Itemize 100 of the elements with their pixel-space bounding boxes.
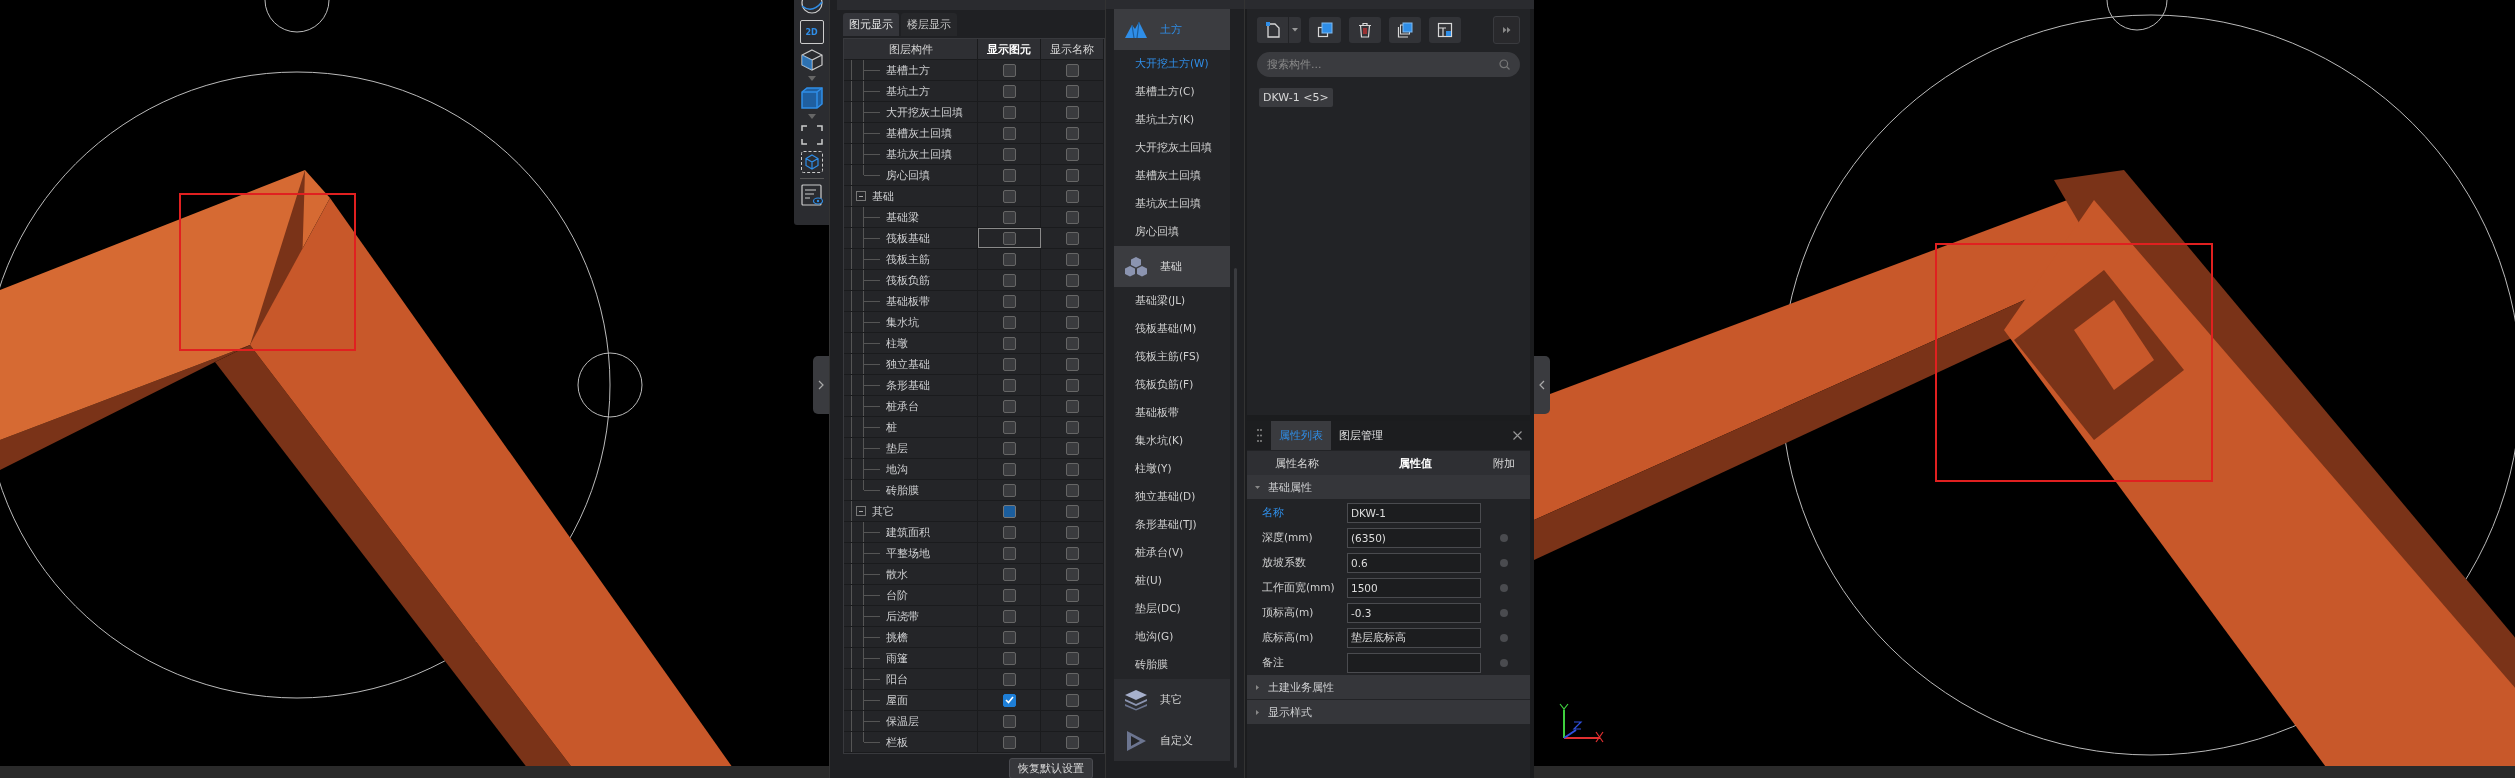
checkbox[interactable] bbox=[1065, 735, 1079, 749]
attach-dot[interactable] bbox=[1499, 558, 1508, 567]
checkbox[interactable] bbox=[1002, 189, 1016, 203]
checkbox[interactable] bbox=[1065, 462, 1079, 476]
checkbox[interactable] bbox=[1065, 693, 1079, 707]
caret-down-icon[interactable] bbox=[806, 76, 817, 82]
checkbox[interactable] bbox=[1002, 147, 1016, 161]
checkbox[interactable] bbox=[1065, 315, 1079, 329]
reset-defaults-button[interactable]: 恢复默认设置 bbox=[1009, 758, 1093, 778]
category-item[interactable]: 筏板负筋(F) bbox=[1114, 371, 1230, 399]
checkbox[interactable] bbox=[1002, 483, 1016, 497]
property-value-field[interactable]: 1500 bbox=[1347, 577, 1481, 598]
category-header[interactable]: 自定义 bbox=[1114, 720, 1230, 761]
checkbox[interactable] bbox=[1002, 609, 1016, 623]
category-item[interactable]: 基坑土方(K) bbox=[1114, 106, 1230, 134]
checkbox[interactable] bbox=[1002, 399, 1016, 413]
orbit-icon[interactable] bbox=[798, 0, 825, 16]
checkbox[interactable] bbox=[1065, 420, 1079, 434]
checkbox[interactable] bbox=[1002, 357, 1016, 371]
category-item[interactable]: 基础板带 bbox=[1114, 399, 1230, 427]
category-item[interactable]: 集水坑(K) bbox=[1114, 427, 1230, 455]
checkbox[interactable] bbox=[1002, 525, 1016, 539]
select-cube-icon[interactable] bbox=[799, 150, 824, 174]
checkbox[interactable] bbox=[1065, 504, 1079, 518]
floor-button[interactable] bbox=[1429, 17, 1461, 43]
checkbox[interactable] bbox=[1065, 567, 1079, 581]
checkbox[interactable] bbox=[1065, 546, 1079, 560]
checkbox[interactable] bbox=[1065, 609, 1079, 623]
checkbox[interactable] bbox=[1002, 546, 1016, 560]
attach-dot[interactable] bbox=[1499, 633, 1508, 642]
checkbox[interactable] bbox=[1002, 231, 1016, 245]
collapse-handle[interactable] bbox=[813, 356, 829, 414]
component-chip[interactable]: DKW-1 <5> bbox=[1259, 88, 1333, 107]
checkbox[interactable] bbox=[1002, 378, 1016, 392]
attach-dot[interactable] bbox=[1499, 583, 1508, 592]
attach-dot[interactable] bbox=[1499, 533, 1508, 542]
wireframe-cube-icon[interactable] bbox=[799, 48, 824, 72]
solid-cube-icon[interactable] bbox=[799, 86, 824, 110]
checkbox[interactable] bbox=[1002, 714, 1016, 728]
checkbox[interactable] bbox=[1002, 420, 1016, 434]
new-dropdown-button[interactable] bbox=[1289, 17, 1301, 43]
category-item[interactable]: 基槽土方(C) bbox=[1114, 78, 1230, 106]
checkbox[interactable] bbox=[1002, 735, 1016, 749]
checkbox[interactable] bbox=[1065, 483, 1079, 497]
checkbox[interactable] bbox=[1065, 399, 1079, 413]
checkbox[interactable] bbox=[1002, 588, 1016, 602]
category-item[interactable]: 条形基础(TJ) bbox=[1114, 511, 1230, 539]
new-button[interactable] bbox=[1257, 17, 1288, 43]
category-item[interactable]: 独立基础(D) bbox=[1114, 483, 1230, 511]
checkbox[interactable] bbox=[1002, 273, 1016, 287]
checkbox[interactable] bbox=[1002, 105, 1016, 119]
checkbox[interactable] bbox=[1002, 84, 1016, 98]
more-button[interactable] bbox=[1493, 16, 1520, 44]
property-section[interactable]: 显示样式 bbox=[1247, 700, 1530, 724]
category-item[interactable]: 基础梁(JL) bbox=[1114, 287, 1230, 315]
category-item[interactable]: 大开挖灰土回填 bbox=[1114, 134, 1230, 162]
checkbox[interactable] bbox=[1065, 126, 1079, 140]
list-view-icon[interactable] bbox=[799, 183, 824, 207]
checkbox[interactable] bbox=[1065, 672, 1079, 686]
copy-to-button[interactable] bbox=[1389, 17, 1421, 43]
attach-dot[interactable] bbox=[1499, 658, 1508, 667]
checkbox[interactable] bbox=[1065, 63, 1079, 77]
checkbox[interactable] bbox=[1002, 336, 1016, 350]
plan-view-button[interactable]: 2D bbox=[799, 20, 824, 44]
checkbox[interactable] bbox=[1065, 189, 1079, 203]
checkbox[interactable] bbox=[1065, 105, 1079, 119]
checkbox[interactable] bbox=[1065, 357, 1079, 371]
checkbox[interactable] bbox=[1065, 252, 1079, 266]
tab[interactable]: 图元显示 bbox=[843, 13, 899, 36]
expand-toggle[interactable] bbox=[856, 191, 866, 201]
property-value-field[interactable]: DKW-1 bbox=[1347, 502, 1481, 523]
property-value-field[interactable]: -0.3 bbox=[1347, 602, 1481, 623]
checkbox[interactable] bbox=[1002, 567, 1016, 581]
checkbox[interactable] bbox=[1002, 504, 1016, 518]
category-item[interactable]: 柱墩(Y) bbox=[1114, 455, 1230, 483]
checkbox[interactable] bbox=[1002, 693, 1016, 707]
checkbox[interactable] bbox=[1065, 294, 1079, 308]
property-value-field[interactable]: 垫层底标高 bbox=[1347, 627, 1481, 648]
checkbox[interactable] bbox=[1065, 630, 1079, 644]
checkbox[interactable] bbox=[1065, 210, 1079, 224]
close-icon[interactable] bbox=[1513, 431, 1522, 440]
category-item[interactable]: 基槽灰土回填 bbox=[1114, 162, 1230, 190]
checkbox[interactable] bbox=[1002, 441, 1016, 455]
checkbox[interactable] bbox=[1002, 630, 1016, 644]
property-section[interactable]: 土建业务属性 bbox=[1247, 675, 1530, 699]
collapse-handle[interactable] bbox=[1534, 356, 1550, 414]
checkbox[interactable] bbox=[1002, 294, 1016, 308]
category-item[interactable]: 砖胎膜 bbox=[1114, 651, 1230, 679]
property-value-field[interactable]: 0.6 bbox=[1347, 552, 1481, 573]
tab[interactable]: 楼层显示 bbox=[901, 13, 957, 36]
zoom-extents-icon[interactable] bbox=[799, 124, 824, 146]
property-section[interactable]: 基础属性 bbox=[1247, 475, 1530, 499]
checkbox[interactable] bbox=[1065, 168, 1079, 182]
checkbox[interactable] bbox=[1002, 210, 1016, 224]
checkbox[interactable] bbox=[1065, 714, 1079, 728]
category-item[interactable]: 筏板基础(M) bbox=[1114, 315, 1230, 343]
checkbox[interactable] bbox=[1065, 651, 1079, 665]
category-item[interactable]: 桩承台(V) bbox=[1114, 539, 1230, 567]
checkbox[interactable] bbox=[1065, 525, 1079, 539]
drag-handle-icon[interactable] bbox=[1256, 429, 1262, 442]
